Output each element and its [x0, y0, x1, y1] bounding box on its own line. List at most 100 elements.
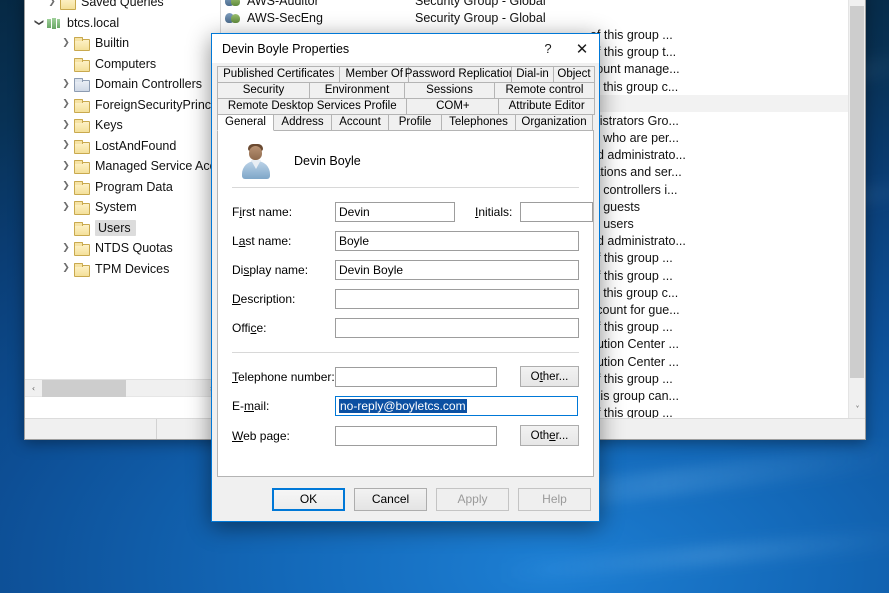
tree-item-label: Users — [95, 219, 136, 236]
tab-general[interactable]: General — [217, 114, 274, 131]
user-avatar-icon — [238, 143, 274, 179]
console-tree-pane: ❯ Saved Queries ❯ btcs.local ❯ Builtin Compute… — [25, 0, 221, 418]
tree-item-foreignsecurityprincipals[interactable]: ❯ ForeignSecurityPrincipals — [25, 95, 220, 116]
tree-item-builtin[interactable]: ❯ Builtin — [25, 33, 220, 54]
tree-item-label: Keys — [95, 118, 123, 133]
web-page-other-button[interactable]: Oth e r... — [520, 425, 579, 446]
ok-button[interactable]: OK — [272, 487, 345, 511]
chevron-down-icon[interactable]: ❯ — [34, 16, 44, 30]
tab-address[interactable]: Address — [273, 114, 332, 131]
tab-security[interactable]: Security — [217, 82, 310, 99]
chevron-right-icon[interactable]: ❯ — [59, 79, 73, 89]
hscroll-thumb[interactable] — [42, 379, 126, 397]
tree-item-ntds-quotas[interactable]: ❯ NTDS Quotas — [25, 238, 220, 259]
telephone-other-button[interactable]: Ot her... — [520, 366, 579, 387]
tab-row-3: Remote Desktop Services Profile COM+ Attri… — [217, 98, 595, 115]
tab-account[interactable]: Account — [331, 114, 389, 131]
list-item[interactable]: AWS-SecEng Security Group - Global — [221, 9, 865, 26]
contact-divider — [232, 352, 579, 353]
tab-telephones[interactable]: Telephones — [441, 114, 516, 131]
email-input[interactable]: no-reply@boyletcs.com — [335, 396, 578, 416]
vscroll-thumb[interactable] — [850, 6, 864, 378]
cancel-button[interactable]: Cancel — [354, 487, 427, 511]
tree-item-lostandfound[interactable]: ❯ LostAndFound — [25, 136, 220, 157]
tab-remote-desktop-services-profile[interactable]: Remote Desktop Services Profile — [217, 98, 408, 115]
email-selected-text: no-reply@boyletcs.com — [339, 399, 467, 413]
help-icon[interactable]: ? — [531, 35, 565, 63]
tree-item-domain-controllers[interactable]: ❯ Domain Controllers — [25, 74, 220, 95]
hscroll-track[interactable] — [42, 379, 203, 397]
tree-horizontal-scrollbar[interactable]: ‹ › — [25, 379, 220, 397]
tab-environment[interactable]: Environment — [309, 82, 405, 99]
tree-item-users[interactable]: Users — [25, 218, 220, 239]
scroll-left-icon[interactable]: ‹ — [25, 380, 42, 397]
list-vertical-scrollbar[interactable]: ˄ ˅ — [848, 0, 865, 418]
tab-attribute-editor[interactable]: Attribute Editor — [498, 98, 595, 115]
email-row: E-mail: no-reply@boyletcs.com — [232, 396, 579, 416]
description-input[interactable] — [335, 289, 579, 309]
tab-member-of[interactable]: Member Of — [339, 66, 409, 83]
tab-object[interactable]: Object — [553, 66, 595, 83]
first-name-input[interactable]: Devin — [335, 202, 455, 222]
tree-item-saved-queries[interactable]: ❯ Saved Queries — [25, 0, 220, 13]
chevron-right-icon[interactable]: ❯ — [59, 243, 73, 253]
tree-item-label: Domain Controllers — [95, 77, 202, 92]
display-name-input[interactable]: Devin Boyle — [335, 260, 579, 280]
tree-item-tpm-devices[interactable]: ❯ TPM Devices — [25, 259, 220, 280]
chevron-right-icon[interactable]: ❯ — [59, 264, 73, 273]
chevron-right-icon[interactable]: ❯ — [59, 161, 73, 171]
status-segment-1 — [25, 419, 157, 439]
folder-icon — [59, 0, 76, 11]
last-name-row: Last name: Boyle — [232, 231, 579, 251]
close-icon[interactable]: ✕ — [565, 35, 599, 63]
list-cell-description: this group can... — [590, 388, 679, 403]
chevron-right-icon[interactable]: ❯ — [59, 141, 73, 150]
tree-item-managed-service-accounts[interactable]: ❯ Managed Service Accounts — [25, 156, 220, 177]
tree-item-program-data[interactable]: ❯ Program Data — [25, 177, 220, 198]
web-page-input[interactable] — [335, 425, 497, 446]
chevron-right-icon[interactable]: ❯ — [59, 100, 73, 109]
email-label: E-mail: — [232, 399, 270, 413]
chevron-right-icon[interactable]: ❯ — [59, 202, 73, 212]
first-name-row: First name: Devin Initials: — [232, 202, 594, 222]
list-cell-name: AWS-SecEng — [247, 10, 323, 25]
tree-item-keys[interactable]: ❯ Keys — [25, 115, 220, 136]
tree-item-label: Program Data — [95, 179, 173, 194]
list-cell-description: ccount for gue... — [590, 302, 680, 317]
office-row: Office: — [232, 318, 579, 338]
tree-item-btcs-local[interactable]: ❯ btcs.local — [25, 13, 220, 34]
tree-item-label: Saved Queries — [81, 0, 164, 10]
tab-dial-in[interactable]: Dial-in — [511, 66, 554, 83]
list-item[interactable]: AWS-Auditor Security Group - Global — [221, 0, 865, 9]
list-cell-description: of this group ... — [590, 320, 673, 335]
help-button: Help — [518, 487, 591, 511]
last-name-input[interactable]: Boyle — [335, 231, 579, 251]
tree-item-label: LostAndFound — [95, 138, 177, 153]
list-cell-description: in this group c... — [590, 79, 679, 94]
chevron-right-icon[interactable]: ❯ — [59, 38, 73, 48]
description-label: Description: — [232, 292, 296, 306]
tab-organization[interactable]: Organization — [515, 114, 593, 131]
folder-icon — [73, 221, 90, 236]
office-input[interactable] — [335, 318, 579, 338]
identity-divider — [232, 187, 579, 188]
telephone-input[interactable] — [335, 366, 497, 387]
chevron-right-icon[interactable]: ❯ — [59, 182, 73, 191]
dialog-title-bar: Devin Boyle Properties ? ✕ — [212, 34, 599, 63]
tree-item-label: Computers — [95, 56, 157, 71]
initials-input[interactable] — [520, 202, 594, 222]
tree-item-computers[interactable]: Computers — [25, 54, 220, 75]
tab-published-certificates[interactable]: Published Certificates — [217, 66, 341, 83]
description-row: Description: — [232, 289, 579, 309]
tab-remote-control[interactable]: Remote control — [494, 82, 595, 99]
tab-password-replication[interactable]: Password Replication — [405, 66, 515, 83]
tab-profile[interactable]: Profile — [388, 114, 442, 131]
chevron-right-icon[interactable]: ❯ — [59, 120, 73, 130]
tab-com-[interactable]: COM+ — [406, 98, 500, 115]
tab-sessions[interactable]: Sessions — [404, 82, 495, 99]
console-tree[interactable]: ❯ Saved Queries ❯ btcs.local ❯ Builtin Compute… — [25, 0, 220, 379]
tree-item-system[interactable]: ❯ System — [25, 197, 220, 218]
chevron-right-icon[interactable]: ❯ — [45, 0, 59, 7]
telephone-label: Telephone number: — [232, 369, 335, 384]
scroll-down-icon[interactable]: ˅ — [849, 401, 865, 418]
